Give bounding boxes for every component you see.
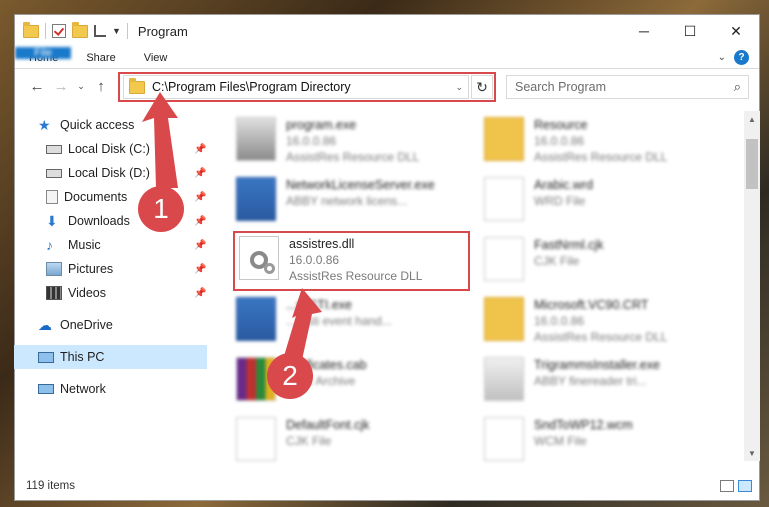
annotation-arrows — [142, 92, 322, 360]
step-badge-1: 1 — [138, 186, 184, 232]
arrow-2 — [284, 288, 322, 360]
arrow-1 — [142, 92, 178, 188]
step-badge-2: 2 — [267, 353, 313, 399]
